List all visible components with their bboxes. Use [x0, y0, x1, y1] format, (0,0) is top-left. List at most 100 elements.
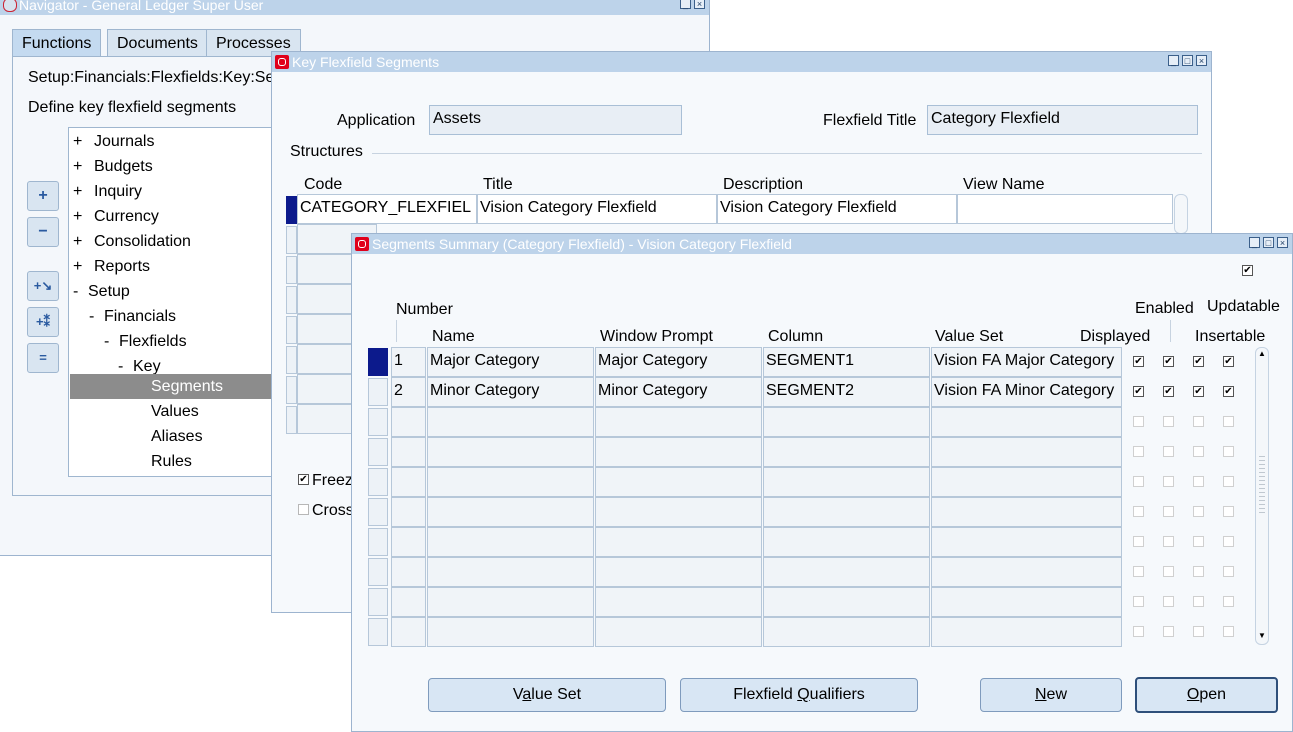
segment-empty-cell[interactable]	[931, 557, 1122, 587]
expand-button[interactable]: +	[27, 181, 59, 211]
cross-validate-checkbox[interactable]	[298, 504, 309, 515]
tree-item-reports[interactable]: + Reports	[73, 254, 150, 279]
segment-empty-cell[interactable]	[427, 557, 594, 587]
close-icon[interactable]: ×	[1196, 55, 1207, 66]
segments-scrollbar[interactable]: ▲ ▼	[1255, 347, 1269, 645]
close-icon[interactable]: ×	[694, 0, 705, 9]
segment-empty-cell[interactable]	[427, 587, 594, 617]
flexfield-qualifiers-button[interactable]: Flexfield Qualifiers	[680, 678, 918, 712]
tree-item-rules[interactable]: Rules	[151, 449, 192, 474]
segment-empty-checkbox[interactable]	[1223, 506, 1234, 517]
segment-empty-cell[interactable]	[595, 527, 762, 557]
enabled-checkbox[interactable]: ✔	[1163, 386, 1174, 397]
segment-empty-cell[interactable]	[427, 497, 594, 527]
segment-empty-cell[interactable]	[391, 557, 426, 587]
select-all-checkbox[interactable]: ✔	[1242, 265, 1253, 276]
minimize-icon[interactable]: _	[680, 0, 691, 9]
minimize-icon[interactable]: _	[1249, 237, 1260, 248]
segment-empty-checkbox[interactable]	[1163, 446, 1174, 457]
segment-row-selector[interactable]	[368, 528, 388, 556]
segment-empty-cell[interactable]	[427, 467, 594, 497]
structures-scrollbar[interactable]	[1174, 194, 1188, 234]
segment-empty-cell[interactable]	[595, 467, 762, 497]
segment-empty-cell[interactable]	[595, 587, 762, 617]
collapse-all-button[interactable]: =	[27, 343, 59, 373]
segment-empty-checkbox[interactable]	[1133, 506, 1144, 517]
segment-empty-checkbox[interactable]	[1133, 476, 1144, 487]
segment-empty-checkbox[interactable]	[1223, 416, 1234, 427]
structure-view-name-cell[interactable]	[957, 194, 1173, 224]
tree-item-setup[interactable]: - Setup	[73, 279, 130, 304]
collapse-button[interactable]: −	[27, 217, 59, 247]
segment-empty-cell[interactable]	[763, 617, 930, 647]
segment-empty-checkbox[interactable]	[1163, 506, 1174, 517]
minimize-icon[interactable]: _	[1168, 55, 1179, 66]
segment-empty-checkbox[interactable]	[1223, 476, 1234, 487]
segment-empty-cell[interactable]	[931, 467, 1122, 497]
segment-empty-checkbox[interactable]	[1193, 446, 1204, 457]
segment-name-cell[interactable]: Minor Category	[427, 377, 594, 407]
segment-empty-checkbox[interactable]	[1163, 626, 1174, 637]
segment-row-selector[interactable]	[368, 558, 388, 586]
segment-empty-checkbox[interactable]	[1163, 566, 1174, 577]
segment-empty-cell[interactable]	[595, 557, 762, 587]
tree-item-values[interactable]: Values	[151, 399, 199, 424]
segment-row-selector[interactable]	[368, 618, 388, 646]
new-button[interactable]: New	[980, 678, 1122, 712]
segment-empty-cell[interactable]	[427, 617, 594, 647]
application-field[interactable]: Assets	[429, 105, 682, 135]
structure-row-selector[interactable]	[286, 196, 297, 224]
segment-empty-cell[interactable]	[931, 407, 1122, 437]
segment-row-selector[interactable]	[368, 378, 388, 406]
tree-item-flexfields[interactable]: - Flexfields	[104, 329, 187, 354]
expand-all-button[interactable]: +⁑	[27, 307, 59, 337]
segment-row-selector[interactable]	[368, 498, 388, 526]
structure-row-selector[interactable]	[286, 226, 297, 254]
segment-row-selector[interactable]	[368, 468, 388, 496]
tree-item-aliases[interactable]: Aliases	[151, 424, 203, 449]
value-set-button[interactable]: Value Set	[428, 678, 666, 712]
segment-empty-checkbox[interactable]	[1193, 536, 1204, 547]
displayed-checkbox[interactable]: ✔	[1133, 386, 1144, 397]
kff-titlebar[interactable]: Key Flexfield Segments _ □ ×	[272, 52, 1211, 72]
segment-empty-checkbox[interactable]	[1133, 536, 1144, 547]
segment-empty-cell[interactable]	[763, 437, 930, 467]
segment-empty-cell[interactable]	[931, 497, 1122, 527]
segment-empty-checkbox[interactable]	[1133, 416, 1144, 427]
segment-row-selector[interactable]	[368, 438, 388, 466]
segment-empty-cell[interactable]	[427, 407, 594, 437]
segment-empty-checkbox[interactable]	[1133, 596, 1144, 607]
segment-empty-cell[interactable]	[931, 587, 1122, 617]
segment-number-cell[interactable]: 2	[391, 377, 426, 407]
segment-empty-checkbox[interactable]	[1193, 566, 1204, 577]
segment-empty-cell[interactable]	[763, 467, 930, 497]
segment-empty-checkbox[interactable]	[1193, 596, 1204, 607]
structure-description-cell[interactable]: Vision Category Flexfield	[717, 194, 957, 224]
structure-row-selector[interactable]	[286, 406, 297, 434]
segment-empty-cell[interactable]	[763, 497, 930, 527]
segment-empty-checkbox[interactable]	[1133, 626, 1144, 637]
segment-empty-cell[interactable]	[763, 557, 930, 587]
segment-empty-checkbox[interactable]	[1223, 566, 1234, 577]
segment-empty-checkbox[interactable]	[1223, 596, 1234, 607]
segment-name-cell[interactable]: Major Category	[427, 347, 594, 377]
maximize-icon[interactable]: □	[1182, 55, 1193, 66]
segment-row-selector[interactable]	[368, 588, 388, 616]
freeze-checkbox[interactable]: ✔	[298, 474, 309, 485]
segment-empty-cell[interactable]	[391, 467, 426, 497]
segment-empty-cell[interactable]	[391, 407, 426, 437]
displayed-checkbox[interactable]: ✔	[1133, 356, 1144, 367]
segment-empty-checkbox[interactable]	[1163, 536, 1174, 547]
tree-item-financials[interactable]: - Financials	[89, 304, 176, 329]
segment-empty-checkbox[interactable]	[1193, 476, 1204, 487]
segment-empty-cell[interactable]	[595, 617, 762, 647]
segment-empty-checkbox[interactable]	[1163, 476, 1174, 487]
segment-empty-checkbox[interactable]	[1193, 416, 1204, 427]
scroll-down-icon[interactable]: ▼	[1258, 632, 1266, 640]
segment-empty-cell[interactable]	[391, 497, 426, 527]
segment-empty-checkbox[interactable]	[1223, 626, 1234, 637]
tree-item-inquiry[interactable]: + Inquiry	[73, 179, 142, 204]
segment-empty-checkbox[interactable]	[1163, 416, 1174, 427]
updatable-checkbox[interactable]: ✔	[1193, 386, 1204, 397]
segment-empty-checkbox[interactable]	[1133, 446, 1144, 457]
